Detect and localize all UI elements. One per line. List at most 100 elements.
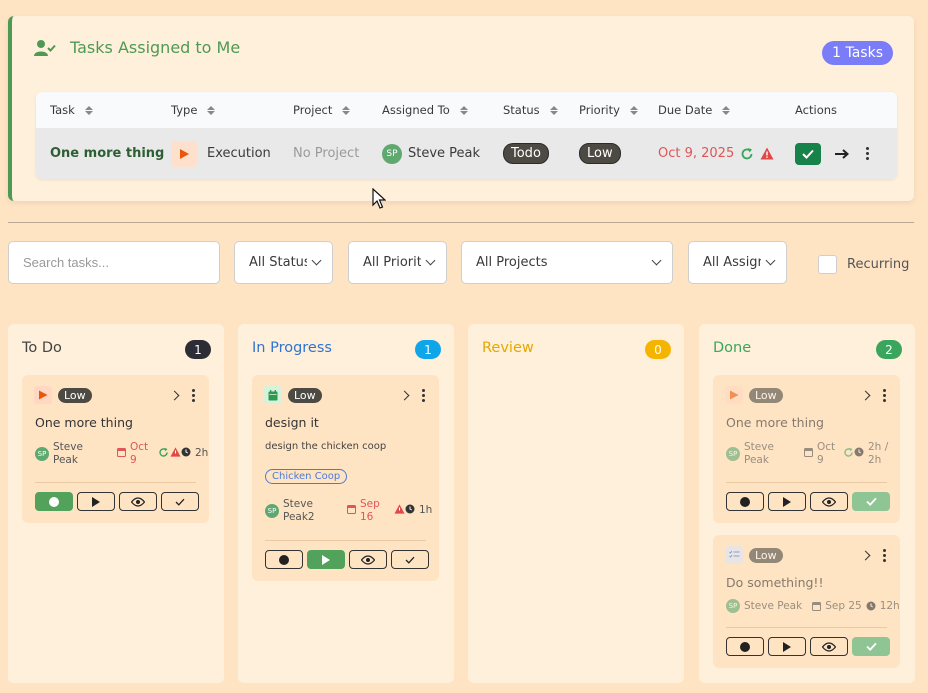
col-task-header[interactable]: Task [50, 92, 93, 128]
search-input[interactable] [8, 241, 220, 284]
card-time: 12h [879, 599, 900, 612]
assigned-header: Tasks Assigned to Me [34, 38, 240, 57]
card-assignee: Steve Peak [744, 441, 800, 467]
priority-filter[interactable]: All Priority [348, 241, 447, 284]
start-button[interactable] [77, 492, 115, 511]
col-label: Type [171, 103, 198, 117]
start-button[interactable] [307, 550, 345, 569]
card-divider [265, 540, 426, 541]
col-priority-header[interactable]: Priority [579, 92, 638, 128]
record-icon [279, 554, 289, 565]
stop-button[interactable] [726, 637, 764, 656]
table-header: Task Type Project Assigned To Status Pri… [36, 92, 897, 128]
card-actions [35, 492, 199, 511]
chevron-right-icon[interactable] [169, 390, 180, 401]
col-assigned-header[interactable]: Assigned To [382, 92, 468, 128]
card-actions [726, 492, 890, 511]
kebab-icon[interactable] [883, 389, 886, 402]
assigned-table: Task Type Project Assigned To Status Pri… [36, 92, 897, 179]
assignee-line: Steve [744, 441, 774, 453]
recurring-label: Recurring [847, 257, 910, 272]
card-title: One more thing [35, 415, 133, 430]
chevron-right-icon[interactable] [860, 390, 871, 401]
view-button[interactable] [810, 637, 848, 656]
column-todo: To Do 1 Low One more thing SP Steve Peak … [8, 324, 224, 683]
kebab-icon[interactable] [422, 389, 425, 402]
view-button[interactable] [119, 492, 157, 511]
project-filter[interactable]: All Projects [461, 241, 673, 284]
checklist-icon [725, 546, 743, 564]
sort-icon [84, 105, 93, 115]
column-in-progress: In Progress 1 Low design it design the c… [238, 324, 454, 683]
column-title: In Progress [252, 340, 332, 356]
col-label: Assigned To [382, 103, 450, 117]
chevron-right-icon[interactable] [399, 390, 410, 401]
card-assignee: Steve Peak2 [283, 498, 343, 524]
kebab-icon[interactable] [192, 389, 195, 402]
complete-button[interactable] [795, 142, 821, 165]
stop-button[interactable] [265, 550, 303, 569]
col-project-header[interactable]: Project [293, 92, 351, 128]
execution-icon [171, 140, 197, 167]
due-line: 9 [130, 454, 137, 466]
col-status-header[interactable]: Status [503, 92, 558, 128]
due-line: Oct [130, 441, 149, 453]
row-actions [795, 128, 869, 179]
card-due: Oct 9 [130, 441, 154, 467]
view-button[interactable] [349, 550, 387, 569]
assignee-filter[interactable]: All Assignees [688, 241, 787, 284]
calendar-icon [264, 386, 282, 404]
complete-button[interactable] [852, 492, 890, 511]
recur-icon [159, 447, 168, 457]
kebab-icon[interactable] [866, 147, 869, 160]
column-title: Review [482, 340, 534, 356]
row-due: Oct 9, 2025 [658, 128, 774, 179]
complete-button[interactable] [852, 637, 890, 656]
row-due-date: Oct 9, 2025 [658, 146, 735, 161]
column-count-badge: 1 [185, 340, 211, 359]
kebab-icon[interactable] [883, 549, 886, 562]
project-tag[interactable]: Chicken Coop [265, 469, 348, 484]
check-icon [175, 498, 185, 506]
due-line: 9 [817, 454, 824, 466]
card-time: 2h [195, 447, 209, 459]
priority-badge: Low [58, 387, 92, 403]
card-title: Do something!! [726, 575, 824, 590]
assignee-line: Peak2 [283, 511, 315, 523]
table-row[interactable]: One more thing Execution No Project SP S… [36, 128, 897, 179]
stop-button[interactable] [35, 492, 73, 511]
row-project: No Project [293, 146, 360, 161]
clock-icon [866, 601, 876, 611]
complete-button[interactable] [391, 550, 429, 569]
recurring-filter[interactable]: Recurring [818, 255, 909, 274]
col-due-header[interactable]: Due Date [658, 92, 731, 128]
stop-button[interactable] [726, 492, 764, 511]
avatar: SP [726, 599, 740, 613]
status-filter[interactable]: All Status [234, 241, 333, 284]
row-type: Execution [171, 128, 271, 179]
task-card[interactable]: Low design it design the chicken coop Ch… [252, 375, 439, 581]
start-button[interactable] [768, 637, 806, 656]
row-assignee: SP Steve Peak [382, 128, 480, 179]
start-button[interactable] [768, 492, 806, 511]
complete-button[interactable] [161, 492, 199, 511]
col-type-header[interactable]: Type [171, 92, 216, 128]
chevron-down-icon [311, 255, 322, 266]
task-card[interactable]: Low One more thing SP Steve Peak Oct 9 2h … [713, 375, 900, 523]
recurring-checkbox[interactable] [818, 255, 837, 274]
sort-icon [722, 105, 731, 115]
card-assignee: Steve Peak [53, 441, 113, 467]
task-card[interactable]: Low Do something!! SP Steve Peak Sep 25 … [713, 535, 900, 668]
task-card[interactable]: Low One more thing SP Steve Peak Oct 9 2h [22, 375, 209, 523]
arrow-right-icon[interactable] [835, 148, 849, 159]
card-meta: SP Steve Peak Oct 9 2h /2h [726, 441, 888, 467]
row-task-name[interactable]: One more thing [50, 128, 164, 179]
card-title: One more thing [726, 415, 824, 430]
col-label: Project [293, 103, 333, 117]
clock-icon [181, 447, 191, 457]
card-description: design the chicken coop [265, 441, 387, 452]
clock-icon [405, 504, 415, 514]
record-icon [49, 496, 59, 507]
chevron-right-icon[interactable] [860, 550, 871, 561]
view-button[interactable] [810, 492, 848, 511]
